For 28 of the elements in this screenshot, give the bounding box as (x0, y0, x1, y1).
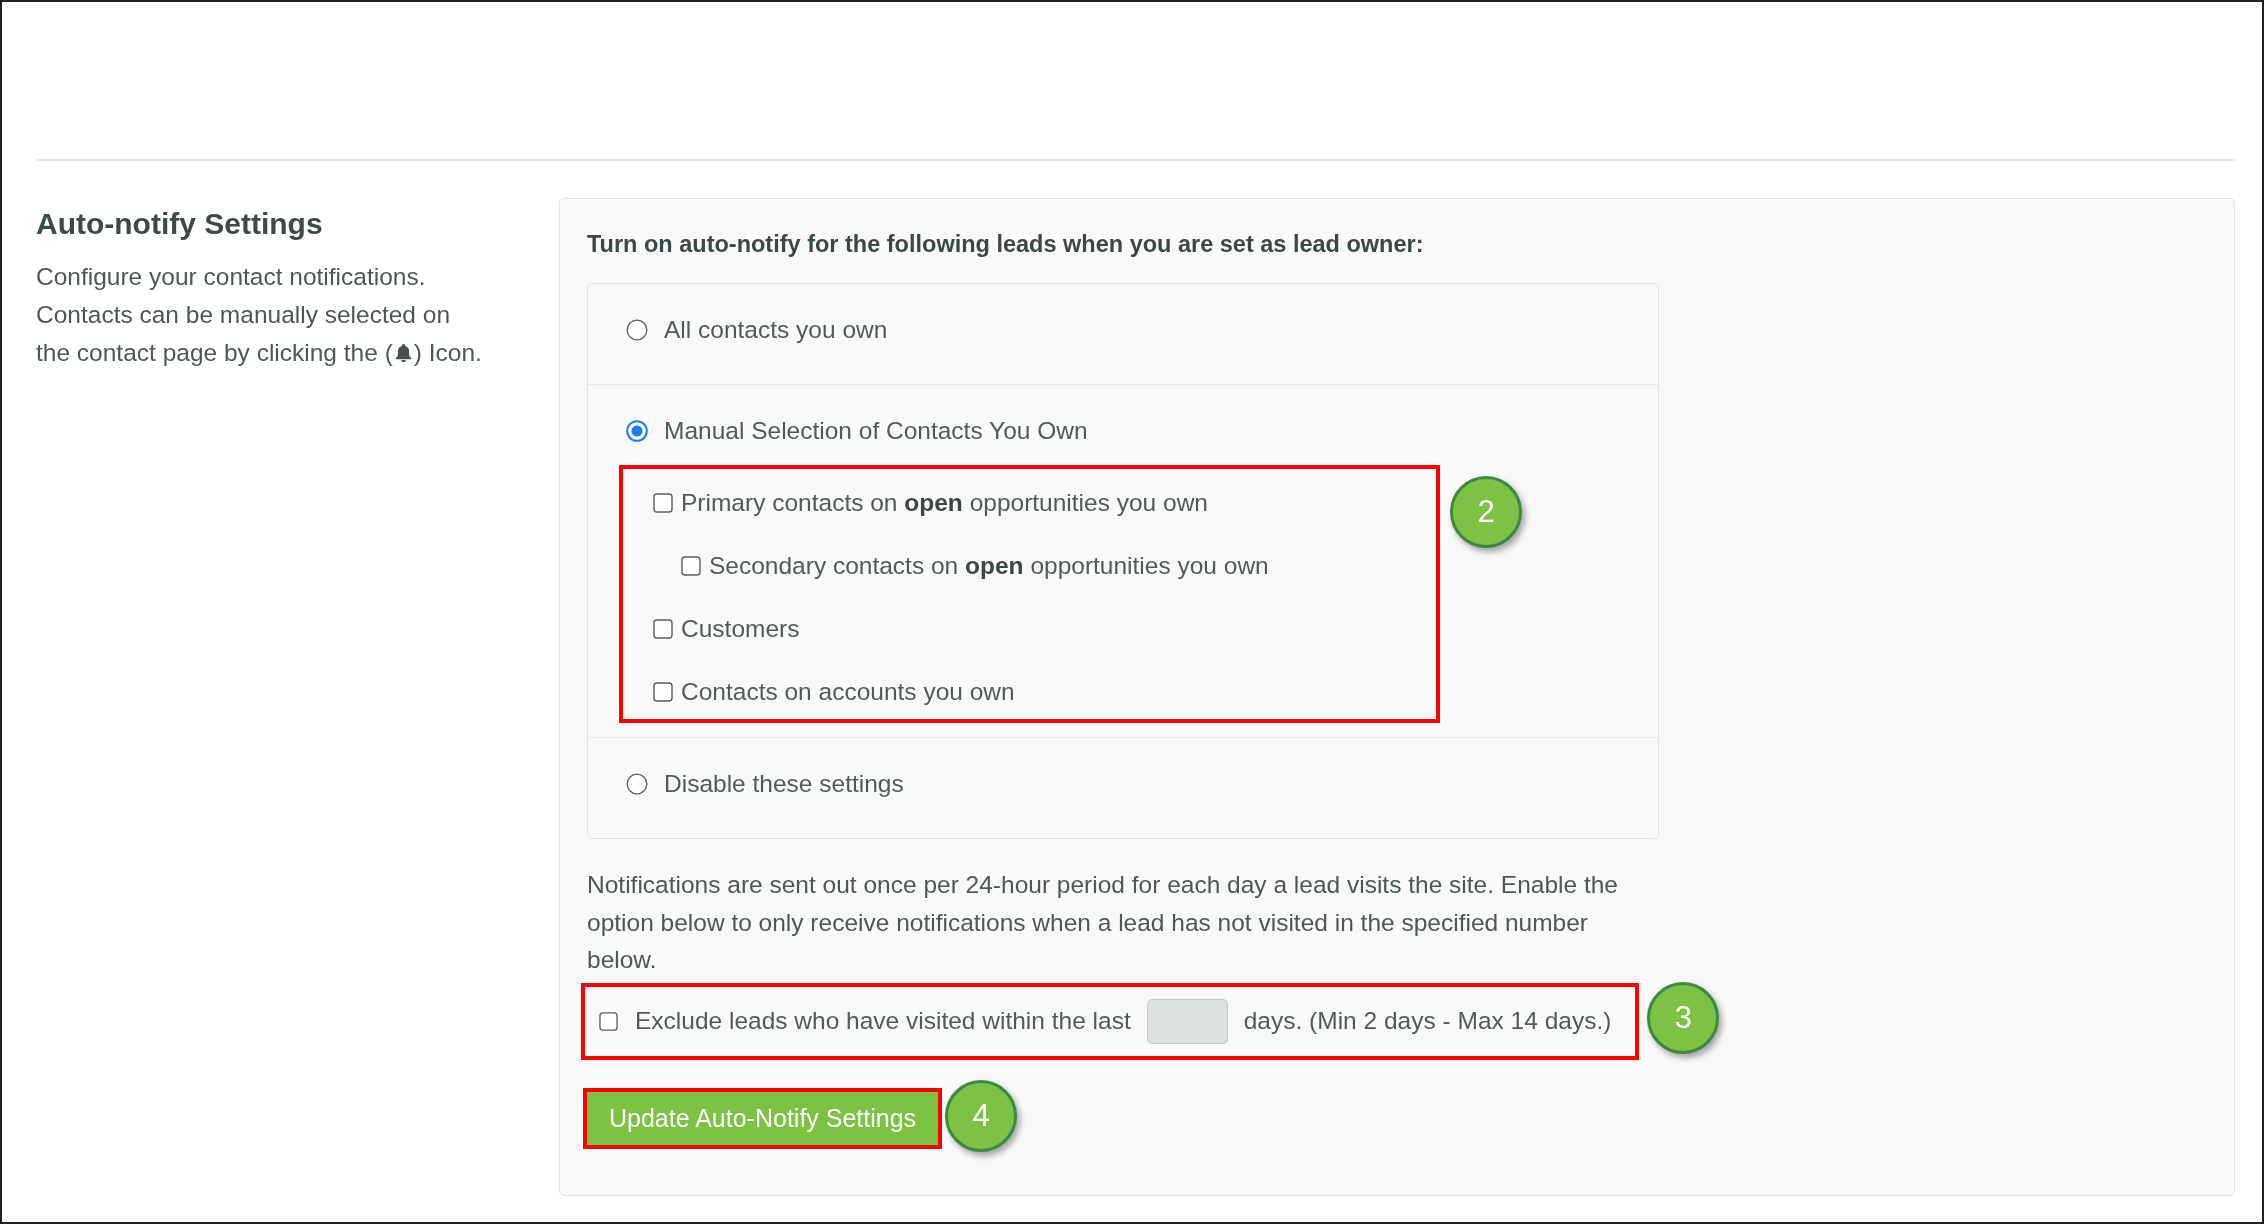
checkbox-label: Customers (681, 614, 800, 644)
section-title: Auto-notify Settings (36, 206, 323, 242)
callout-number: 2 (1450, 476, 1522, 548)
checkbox-label: Secondary contacts on open opportunities you own (709, 551, 1269, 581)
section-description: ) Icon. (413, 338, 482, 368)
radio-button[interactable] (626, 773, 648, 795)
radio-label: All contacts you own (664, 315, 888, 345)
radio-label: Manual Selection of Contacts You Own (664, 416, 1088, 446)
update-settings-button[interactable]: Update Auto-Notify Settings (587, 1091, 939, 1145)
checkbox[interactable] (653, 493, 673, 513)
checkbox[interactable] (653, 682, 673, 702)
field-hint: days. (Min 2 days - Max 14 days.) (1243, 1006, 1612, 1036)
checkbox[interactable] (599, 1011, 618, 1031)
radio-label: Disable these settings (664, 769, 904, 799)
callout-number: 4 (945, 1079, 1018, 1152)
callout-number: 3 (1647, 981, 1720, 1054)
checkbox[interactable] (653, 619, 673, 639)
checkbox-label: Primary contacts on open opportunities you own (681, 488, 1208, 518)
checkbox-label: Contacts on accounts you own (681, 677, 1015, 707)
radio-button[interactable] (626, 319, 648, 341)
checkbox[interactable] (681, 556, 701, 576)
info-text: Notifications are sent out once per 24-hour period for each day a lead visits the site. Enable the option below to only receive notifications when a lead has not visited in the specified number below. (587, 870, 1619, 975)
section-description: the contact page by clicking the ( (36, 338, 393, 368)
bell-icon (394, 343, 412, 363)
radio-button[interactable] (626, 420, 648, 442)
checkbox-label: Exclude leads who have visited within the last (635, 1006, 1131, 1036)
panel-prompt: Turn on auto-notify for the following leads when you are set as lead owner: (587, 230, 1425, 259)
input-field[interactable] (1146, 998, 1228, 1044)
